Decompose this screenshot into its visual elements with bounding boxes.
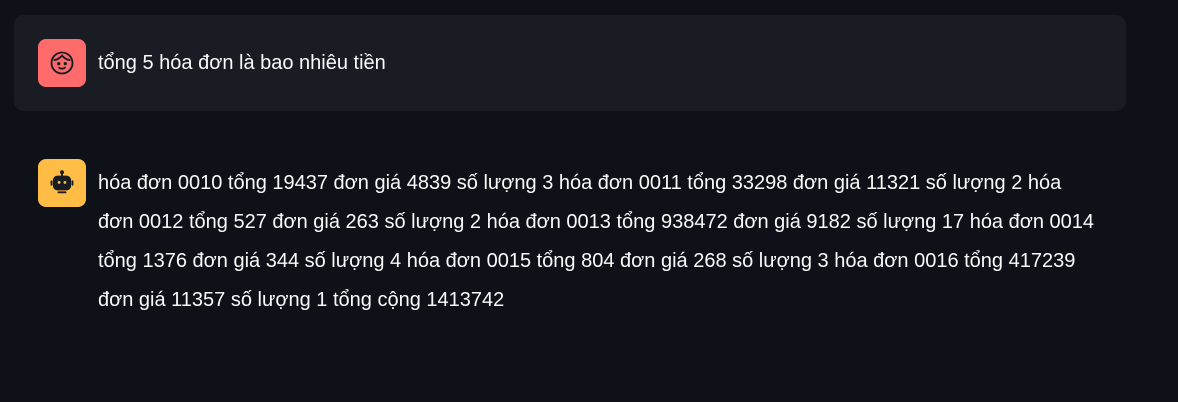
chat-container: tổng 5 hóa đơn là bao nhiêu tiền hóa đơn… <box>0 0 1178 402</box>
user-avatar <box>38 39 86 87</box>
robot-icon <box>50 170 74 194</box>
face-icon <box>50 51 74 75</box>
user-message-text: tổng 5 hóa đơn là bao nhiêu tiền <box>98 52 386 74</box>
assistant-message-text: hóa đơn 0010 tổng 19437 đơn giá 4839 số … <box>98 172 1095 311</box>
assistant-avatar <box>38 159 86 207</box>
user-message: tổng 5 hóa đơn là bao nhiêu tiền <box>14 15 1126 111</box>
assistant-message: hóa đơn 0010 tổng 19437 đơn giá 4839 số … <box>14 135 1126 320</box>
